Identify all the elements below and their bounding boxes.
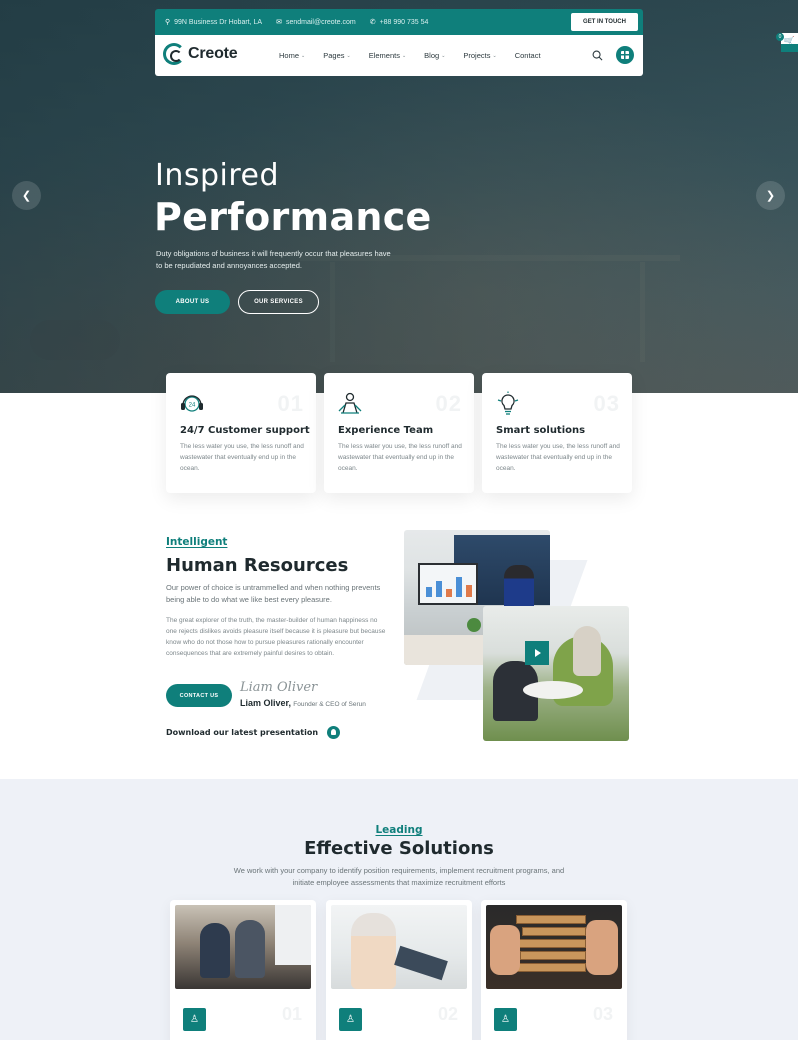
nav-item-elements[interactable]: Elements ⌄ (369, 51, 406, 60)
photo-detail (418, 563, 478, 605)
nav-item-contact[interactable]: Contact (515, 51, 541, 60)
logo-text: Creote (188, 45, 238, 62)
search-icon[interactable] (592, 50, 603, 61)
solutions-description: We work with your company to identify po… (233, 866, 565, 887)
logo-mark-icon (163, 43, 185, 65)
download-icon[interactable] (327, 726, 341, 739)
feature-title: 24/7 Customer support (180, 425, 310, 436)
feature-number: 02 (435, 391, 462, 416)
feature-number: 03 (593, 391, 620, 416)
feature-description: The less water you use, the less runoff … (180, 443, 304, 472)
chess-piece-icon: ♙ (183, 1008, 206, 1031)
author-role: Founder & CEO of Serun (293, 701, 366, 708)
phone-text[interactable]: +88 990 735 54 (380, 19, 429, 26)
solution-card[interactable]: ♙ 03 (481, 900, 627, 1040)
author-line: Liam Oliver, Founder & CEO of Serun (240, 698, 366, 708)
photo-detail (523, 681, 583, 699)
feature-card: 01 24 24/7 Customer support The less wat… (166, 373, 316, 493)
feature-description: The less water you use, the less runoff … (496, 443, 620, 472)
download-link[interactable]: Download our latest presentation (166, 726, 341, 739)
chevron-down-icon: ⌄ (492, 52, 497, 59)
signature: Liam Oliver (240, 680, 318, 695)
address-item: ⚲ 99N Business Dr Hobart, LA (165, 18, 263, 27)
nav-item-pages[interactable]: Pages ⌄ (323, 51, 350, 60)
solution-image (175, 905, 311, 989)
chevron-right-icon[interactable]: ❯ (756, 181, 785, 210)
lightbulb-icon (497, 391, 519, 415)
phone-item[interactable]: ✆ +88 990 735 54 (369, 18, 429, 27)
feature-card: 02 Experience Team The less water you us… (324, 373, 474, 493)
nav-item-home[interactable]: Home ⌄ (279, 51, 305, 60)
body-paragraph: The great explorer of the truth, the mas… (166, 617, 386, 657)
meeting-photo (483, 606, 629, 741)
hero-subtitle: Inspired (155, 158, 280, 193)
chevron-down-icon: ⌄ (401, 52, 407, 59)
section-eyebrow: Intelligent (166, 536, 228, 548)
solutions-eyebrow: Leading (0, 820, 798, 838)
email-text[interactable]: sendmail@creote.com (286, 19, 356, 26)
nav-item-projects[interactable]: Projects ⌄ (463, 51, 496, 60)
solution-card[interactable]: ♙ 01 (170, 900, 316, 1040)
photo-detail (573, 626, 601, 676)
email-item[interactable]: ✉ sendmail@creote.com (276, 18, 356, 27)
nav-label: Pages (323, 51, 345, 60)
solution-image (486, 905, 622, 989)
address-text: 99N Business Dr Hobart, LA (174, 18, 263, 26)
about-us-button[interactable]: ABOUT US (155, 290, 230, 314)
hero-title: Performance (154, 195, 432, 239)
headset-icon: 24 (181, 395, 203, 412)
chevron-down-icon: ⌄ (346, 52, 351, 59)
location-pin-icon: ⚲ (165, 19, 171, 26)
nav-label: Elements (368, 51, 400, 60)
grid-menu-icon[interactable] (616, 46, 634, 64)
main-menu: Home ⌄ Pages ⌄ Elements ⌄ Blog ⌄ Projects ⌄ C… (279, 35, 559, 76)
hero-description: Duty obligations of business it will fre… (156, 249, 391, 270)
chess-piece-icon: ♙ (494, 1008, 517, 1031)
side-tab[interactable] (781, 44, 798, 52)
intro-paragraph: Our power of choice is untrammelled and … (166, 583, 381, 604)
feature-title: Experience Team (338, 425, 434, 436)
contact-us-button[interactable]: CONTACT US (166, 684, 232, 707)
get-in-touch-button[interactable]: GET IN TOUCH (571, 13, 638, 31)
main-navbar: Creote Home ⌄ Pages ⌄ Elements ⌄ Blog ⌄ Proj… (155, 35, 643, 76)
our-services-button[interactable]: OUR SERVICES (238, 290, 319, 314)
feature-number: 01 (277, 391, 304, 416)
top-info-bar: ⚲ 99N Business Dr Hobart, LA ✉ sendmail@… (155, 9, 643, 35)
feature-title: Smart solutions (496, 425, 586, 436)
chevron-down-icon: ⌄ (441, 52, 446, 59)
nav-label: Blog (424, 51, 440, 60)
solution-number: 01 (281, 1004, 302, 1024)
cart-count-badge: 0 (776, 33, 784, 41)
chess-piece-icon: ♙ (339, 1008, 362, 1031)
solution-number: 02 (437, 1004, 458, 1024)
nav-label: Home (279, 51, 300, 60)
chevron-left-icon[interactable]: ❮ (12, 181, 41, 210)
solutions-eyebrow-text: Leading (375, 824, 423, 836)
solution-number: 03 (592, 1004, 613, 1024)
play-icon[interactable] (525, 641, 549, 665)
logo[interactable]: Creote (163, 43, 238, 65)
chevron-down-icon: ⌄ (301, 52, 306, 59)
phone-icon: ✆ (369, 19, 376, 26)
svg-text:24: 24 (189, 403, 196, 409)
solution-card[interactable]: ♙ 02 (326, 900, 472, 1040)
solutions-title: Effective Solutions (304, 838, 494, 859)
team-icon (338, 392, 362, 414)
author-name: Liam Oliver, (240, 698, 292, 708)
solution-image (331, 905, 467, 989)
nav-label: Projects (463, 51, 491, 60)
download-label: Download our latest presentation (166, 728, 319, 737)
feature-card: 03 Smart solutions The less water you us… (482, 373, 632, 493)
nav-label: Contact (514, 51, 541, 60)
mail-icon: ✉ (276, 19, 282, 26)
nav-item-blog[interactable]: Blog ⌄ (424, 51, 445, 60)
feature-description: The less water you use, the less runoff … (338, 443, 462, 472)
photo-detail (467, 618, 481, 632)
section-title: Human Resources (166, 555, 349, 576)
